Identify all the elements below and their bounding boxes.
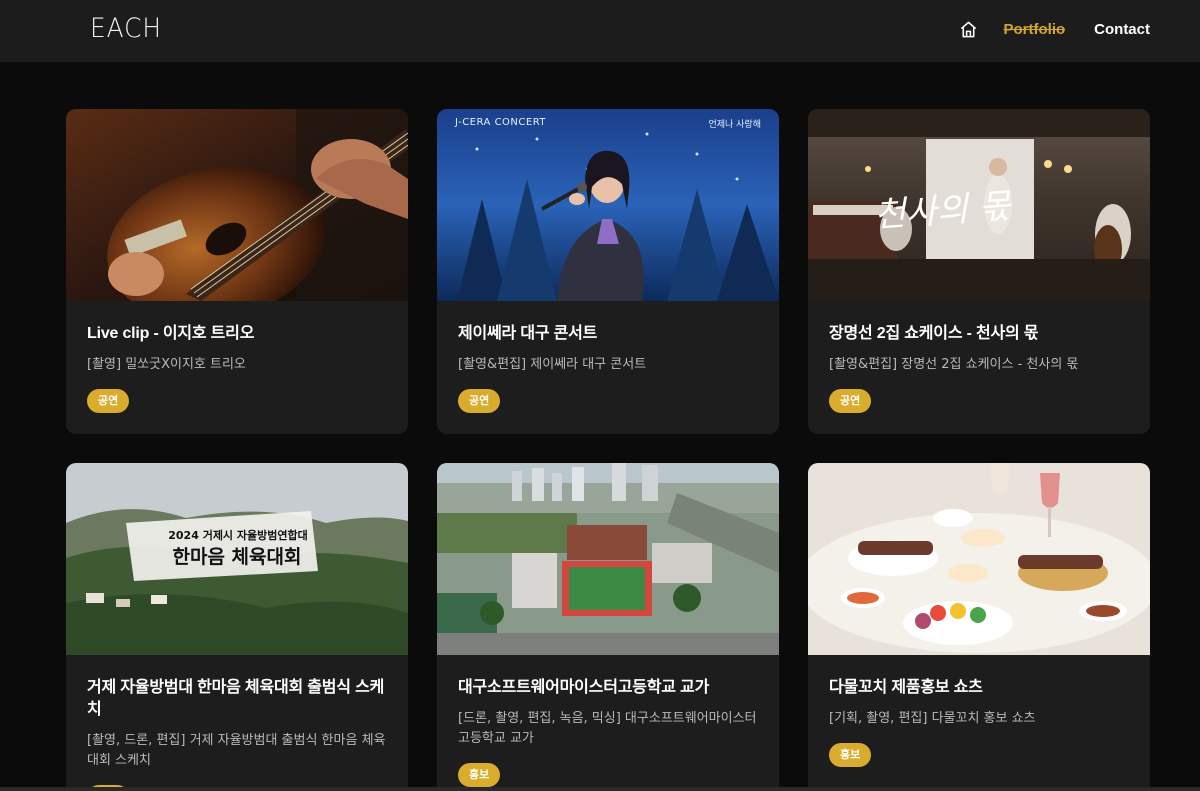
site-logo[interactable]: EACH	[90, 13, 162, 44]
card-thumbnail-food[interactable]	[808, 463, 1150, 655]
portfolio-card-jcera-concert[interactable]: J-CERA CONCERT 언제나 사랑해 제이쎄라 대구 콘서트 [촬영&편…	[437, 109, 779, 434]
card-title[interactable]: Live clip - 이지호 트리오	[87, 323, 386, 345]
card-description: [기획, 촬영, 편집] 다물꼬치 홍보 쇼츠	[829, 711, 1036, 726]
card-body: 거제 자율방범대 한마음 체육대회 출범식 스케치 [촬영, 드론, 편집] 거…	[66, 655, 408, 791]
card-description: [촬영, 드론, 편집] 거제 자율방범대 출범식 한마음 체육대회 스케치	[87, 733, 386, 768]
card-title[interactable]: 다물꼬치 제품홍보 쇼츠	[829, 677, 1128, 699]
home-icon[interactable]	[958, 18, 980, 40]
nav-contact-link[interactable]: Contact	[1094, 21, 1150, 38]
portfolio-card-school-anthem[interactable]: 대구소프트웨어마이스터고등학교 교가 [드론, 촬영, 편집, 녹음, 믹싱] …	[437, 463, 779, 791]
portfolio-card-showcase[interactable]: 천사의 몫 장명선 2집 쇼케이스 - 천사의 몫 [촬영&편집] 장명선 2집…	[808, 109, 1150, 434]
category-badge[interactable]: 공연	[87, 389, 130, 413]
card-description: [촬영&편집] 장명선 2집 쇼케이스 - 천사의 몫	[829, 357, 1079, 372]
card-description: [촬영] 밀쏘굿X이지호 트리오	[87, 357, 246, 372]
card-thumbnail-drone[interactable]: 2024 거제시 자율방범연합대 한마음 체육대회	[66, 463, 408, 655]
card-title[interactable]: 대구소프트웨어마이스터고등학교 교가	[458, 677, 757, 699]
main-nav: Portfolio Contact	[958, 0, 1150, 58]
top-navigation-bar: EACH Portfolio Contact	[0, 0, 1200, 62]
card-thumbnail-showcase[interactable]: 천사의 몫	[808, 109, 1150, 301]
card-thumbnail-guitar[interactable]	[66, 109, 408, 301]
category-badge[interactable]: 공연	[829, 389, 872, 413]
thumbnail-overlay-subtitle: 2024 거제시 자율방범연합대	[168, 529, 308, 542]
card-body: Live clip - 이지호 트리오 [촬영] 밀쏘굿X이지호 트리오 공연	[66, 301, 408, 433]
category-badge[interactable]: 홍보	[458, 763, 501, 787]
card-title[interactable]: 거제 자율방범대 한마음 체육대회 출범식 스케치	[87, 677, 386, 721]
portfolio-card-geoje-sports[interactable]: 2024 거제시 자율방범연합대 한마음 체육대회 거제 자율방범대 한마음 체…	[66, 463, 408, 791]
card-thumbnail-concert[interactable]: J-CERA CONCERT 언제나 사랑해	[437, 109, 779, 301]
card-title[interactable]: 장명선 2집 쇼케이스 - 천사의 몫	[829, 323, 1128, 345]
card-body: 다물꼬치 제품홍보 쇼츠 [기획, 촬영, 편집] 다물꼬치 홍보 쇼츠 홍보	[808, 655, 1150, 787]
thumbnail-overlay-title: 한마음 체육대회	[172, 546, 302, 568]
card-description: [드론, 촬영, 편집, 녹음, 믹싱] 대구소프트웨어마이스터고등학교 교가	[458, 711, 757, 746]
thumbnail-overlay-title: 천사의 몫	[873, 186, 1012, 236]
card-title[interactable]: 제이쎄라 대구 콘서트	[458, 323, 757, 345]
horizontal-scrollbar[interactable]	[0, 787, 1200, 791]
nav-portfolio-link[interactable]: Portfolio	[1004, 21, 1066, 38]
portfolio-card-live-clip[interactable]: Live clip - 이지호 트리오 [촬영] 밀쏘굿X이지호 트리오 공연	[66, 109, 408, 434]
category-badge[interactable]: 홍보	[829, 743, 872, 767]
card-thumbnail-school[interactable]	[437, 463, 779, 655]
portfolio-card-skewer-promo[interactable]: 다물꼬치 제품홍보 쇼츠 [기획, 촬영, 편집] 다물꼬치 홍보 쇼츠 홍보	[808, 463, 1150, 791]
thumbnail-overlay-subtitle: 언제나 사랑해	[708, 120, 761, 130]
card-body: 장명선 2집 쇼케이스 - 천사의 몫 [촬영&편집] 장명선 2집 쇼케이스 …	[808, 301, 1150, 433]
category-badge[interactable]: 공연	[458, 389, 501, 413]
thumbnail-overlay-title: J-CERA CONCERT	[455, 117, 547, 128]
card-body: 제이쎄라 대구 콘서트 [촬영&편집] 제이쎄라 대구 콘서트 공연	[437, 301, 779, 433]
card-body: 대구소프트웨어마이스터고등학교 교가 [드론, 촬영, 편집, 녹음, 믹싱] …	[437, 655, 779, 791]
card-description: [촬영&편집] 제이쎄라 대구 콘서트	[458, 357, 647, 372]
